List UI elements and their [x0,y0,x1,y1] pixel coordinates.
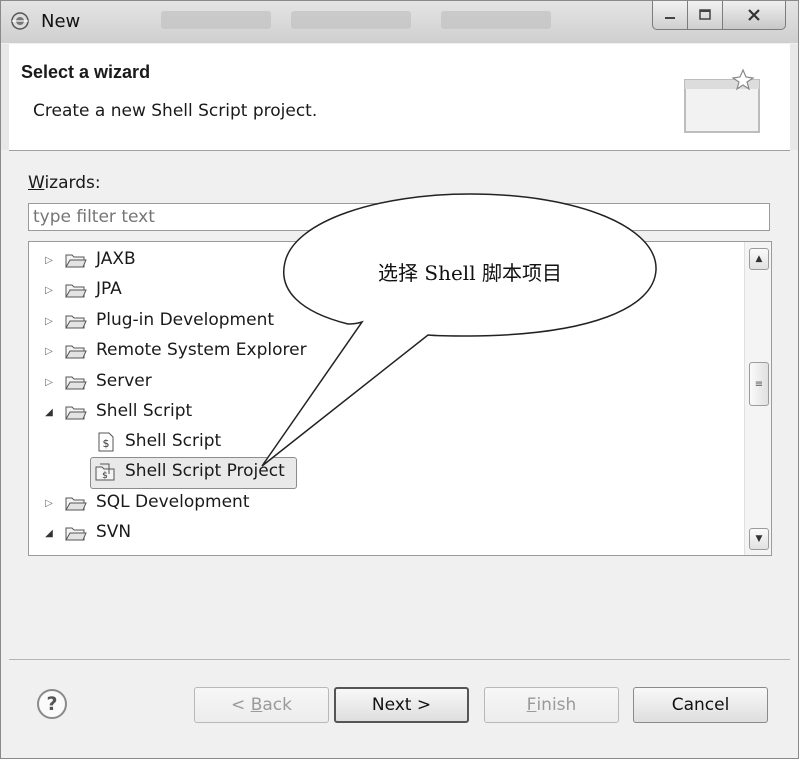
shell-script-project-icon: $ [95,463,115,481]
close-icon [748,9,760,21]
back-button[interactable]: < Back [194,687,329,723]
footer-separator [9,659,790,660]
back-button-mnemonic: B [250,695,263,715]
expand-arrow-icon[interactable]: ▷ [43,376,55,388]
folder-icon [65,345,87,359]
expand-arrow-icon[interactable]: ▷ [43,497,55,509]
tree-item-label: Shell Script [125,431,222,451]
cancel-button-label: Cancel [671,695,730,715]
next-button[interactable]: Next > [334,687,469,723]
finish-button-mnemonic: F [526,695,537,715]
scroll-up-button[interactable]: ▲ [749,248,769,270]
expand-arrow-icon[interactable]: ▷ [43,315,55,327]
expand-arrow-icon[interactable]: ▷ [43,254,55,266]
tree-item-label: SVN [96,522,132,542]
tree-item-label: SQL Development [96,492,250,512]
back-button-label: ack [262,695,292,715]
tree-item-label: Shell Script [96,401,193,421]
cancel-button[interactable]: Cancel [633,687,768,723]
tree-item-label: Plug-in Development [96,310,275,330]
tree-item-label: Shell Script Project [125,461,285,481]
eclipse-app-icon [11,12,29,30]
tree-item-shell-script-project[interactable]: $ Shell Script Project [29,457,745,489]
tree-item-shell-script-wizard[interactable]: $ Shell Script [29,428,745,456]
collapse-arrow-icon[interactable]: ◢ [43,406,55,418]
header-left-strip [1,44,9,150]
background-window-title-blur [291,11,411,29]
wizards-label: Wizards: [28,173,101,193]
wizard-tree[interactable]: ▷ JAXB ▷ JPA ▷ Plug-in Development ▷ Rem… [28,241,772,556]
folder-icon [65,254,87,268]
next-button-label: Next > [371,695,432,715]
tree-item-sql-development[interactable]: ▷ SQL Development [29,489,745,517]
folder-open-icon [65,406,87,420]
collapse-arrow-icon[interactable]: ◢ [43,527,55,539]
callout-text: 选择 Shell 脚本项目 [378,261,562,285]
folder-icon [65,376,87,390]
title-bar[interactable]: New [1,1,798,43]
tree-item-label: JAXB [96,249,136,269]
maximize-icon [699,9,711,20]
folder-icon [65,284,87,298]
folder-icon [65,497,87,511]
tree-item-svn[interactable]: ◢ SVN [29,519,745,547]
folder-icon [65,315,87,329]
svg-text:$: $ [102,471,108,481]
window-title: New [41,11,81,32]
tree-item-plug-in-development[interactable]: ▷ Plug-in Development [29,307,745,335]
new-wizard-banner-icon [684,68,760,133]
help-icon: ? [46,693,58,715]
tree-vertical-scrollbar[interactable]: ▲ ≡ ▼ [744,242,771,555]
back-button-prefix: < [231,695,251,715]
minimize-button[interactable] [652,1,688,30]
header-right-strip [790,44,798,150]
maximize-button[interactable] [688,1,723,30]
wizard-header: Select a wizard Create a new Shell Scrip… [9,44,790,151]
background-window-title-blur [161,11,271,29]
wizards-label-mnemonic: W [28,173,45,193]
shell-script-file-icon: $ [98,432,114,452]
wizards-label-rest: izards: [44,173,101,193]
minimize-icon [665,17,675,19]
tree-item-label: Server [96,371,152,391]
svg-text:$: $ [103,437,110,450]
page-description: Create a new Shell Script project. [33,101,318,121]
window-controls [652,1,786,31]
page-title: Select a wizard [21,62,151,82]
close-button[interactable] [723,1,786,30]
scroll-thumb[interactable]: ≡ [749,362,769,406]
background-window-title-blur [441,11,551,29]
tree-item-server[interactable]: ▷ Server [29,368,745,396]
help-button[interactable]: ? [37,689,67,719]
tree-item-label: JPA [96,279,122,299]
expand-arrow-icon[interactable]: ▷ [43,284,55,296]
new-wizard-dialog: New Select a wizard Create a new Shell S… [0,0,799,759]
scroll-down-button[interactable]: ▼ [749,528,769,550]
tree-item-shell-script-category[interactable]: ◢ Shell Script [29,398,745,426]
finish-button[interactable]: Finish [484,687,619,723]
expand-arrow-icon[interactable]: ▷ [43,345,55,357]
folder-open-icon [65,527,87,541]
tree-item-label: Remote System Explorer [96,340,307,360]
finish-button-label: inish [536,695,577,715]
tree-item-remote-system-explorer[interactable]: ▷ Remote System Explorer [29,337,745,365]
filter-input[interactable] [28,203,770,231]
